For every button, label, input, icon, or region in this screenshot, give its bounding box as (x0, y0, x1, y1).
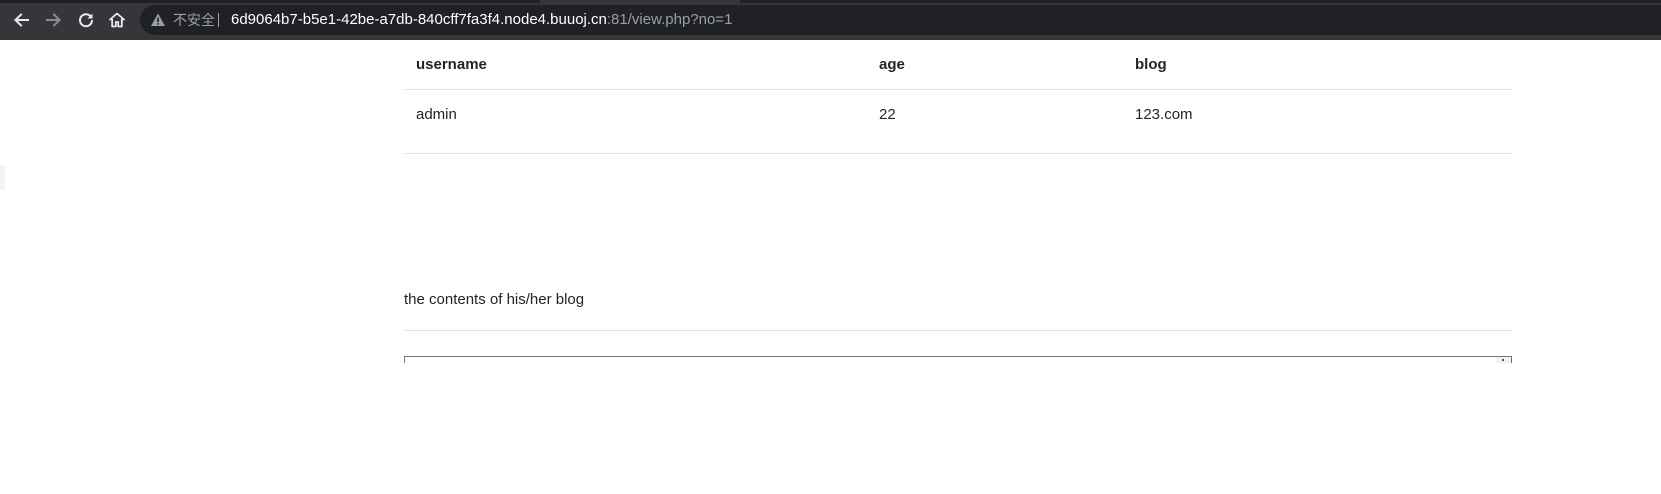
home-button[interactable] (104, 7, 130, 33)
reload-button[interactable] (73, 7, 99, 33)
url-host: 6d9064b7-b5e1-42be-a7db-840cff7fa3f4.nod… (231, 11, 607, 28)
home-icon (109, 12, 125, 28)
table-header-row: username age blog (404, 40, 1512, 90)
blog-divider (404, 330, 1512, 331)
scroll-arrow-icon (1502, 359, 1504, 361)
header-blog: blog (1123, 40, 1512, 90)
url-text[interactable]: 6d9064b7-b5e1-42be-a7db-840cff7fa3f4.nod… (231, 5, 732, 35)
address-bar[interactable]: 不安全 6d9064b7-b5e1-42be-a7db-840cff7fa3f4… (140, 5, 1661, 35)
table-row: admin 22 123.com (404, 90, 1512, 139)
active-tab-edge[interactable] (540, 0, 740, 3)
address-divider (218, 13, 219, 27)
reload-icon (79, 13, 94, 28)
iframe-scrollbar[interactable] (1496, 357, 1511, 363)
cell-username: admin (416, 105, 457, 123)
blog-contents-heading: the contents of his/her blog (404, 291, 585, 308)
page-edge-marker (0, 165, 5, 190)
header-age: age (867, 40, 1123, 90)
user-table: username age blog admin 22 123.com (404, 40, 1512, 138)
header-username: username (404, 40, 867, 90)
user-info-section: username age blog admin 22 123.com (404, 40, 1512, 154)
security-status-label[interactable]: 不安全 (173, 5, 215, 35)
url-path: :81/view.php?no=1 (606, 11, 733, 28)
back-icon (14, 13, 29, 27)
cell-age: 22 (879, 105, 896, 123)
browser-toolbar: 不安全 6d9064b7-b5e1-42be-a7db-840cff7fa3f4… (0, 0, 1661, 40)
warning-icon[interactable] (150, 12, 166, 28)
cell-blog: 123.com (1135, 105, 1193, 123)
table-divider (404, 153, 1512, 154)
blog-content-iframe[interactable] (404, 356, 1512, 363)
tab-strip (0, 0, 1661, 3)
forward-button[interactable] (41, 7, 67, 33)
back-button[interactable] (8, 7, 34, 33)
forward-icon (46, 13, 61, 27)
